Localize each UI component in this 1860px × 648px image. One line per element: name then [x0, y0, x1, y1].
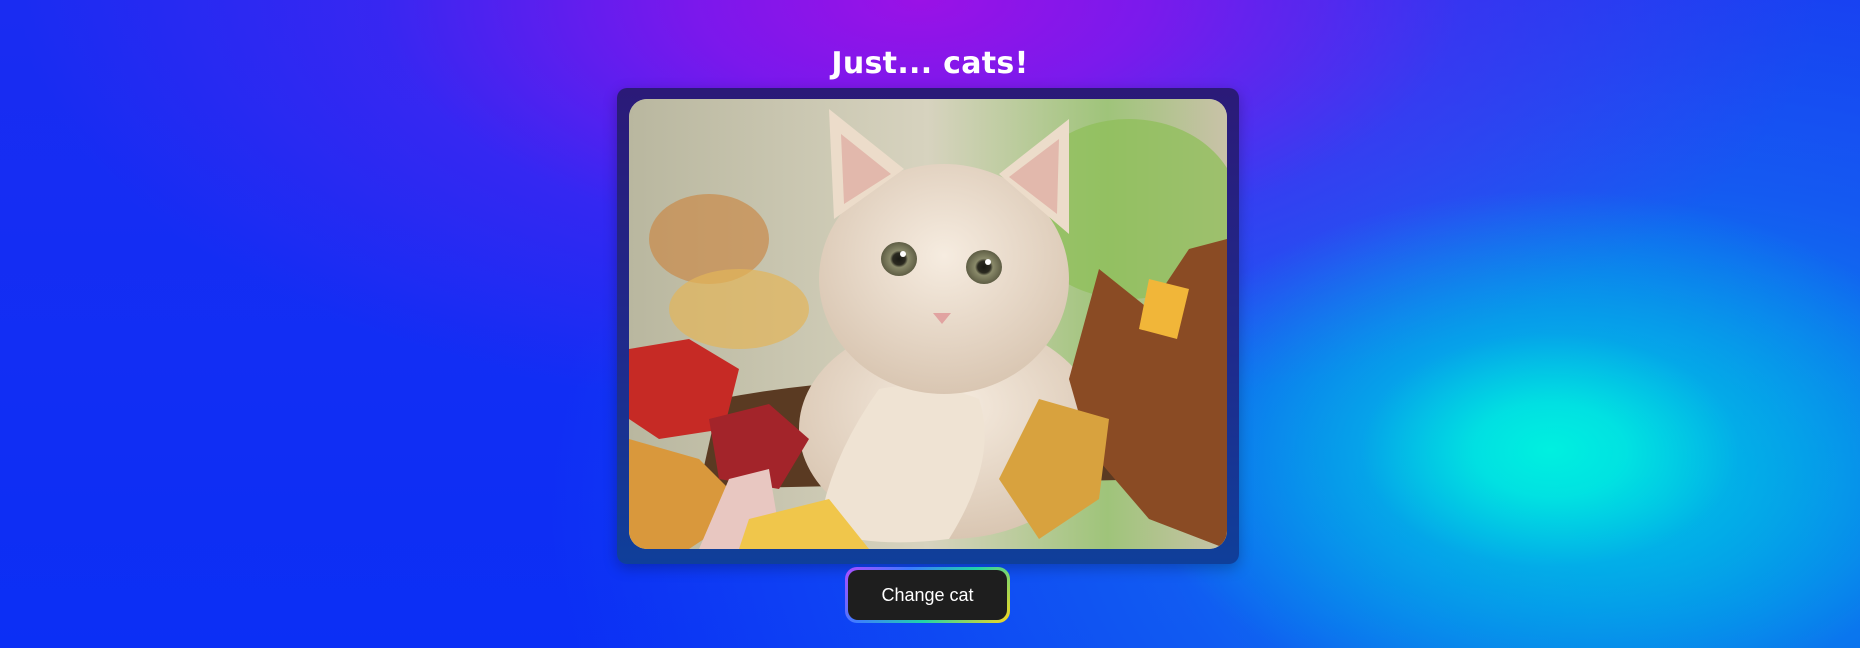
change-cat-button-border: Change cat	[845, 567, 1010, 623]
image-frame	[617, 88, 1239, 564]
change-cat-button[interactable]: Change cat	[848, 570, 1007, 620]
page-title: Just... cats!	[831, 46, 1029, 82]
cat-photo	[629, 99, 1227, 549]
